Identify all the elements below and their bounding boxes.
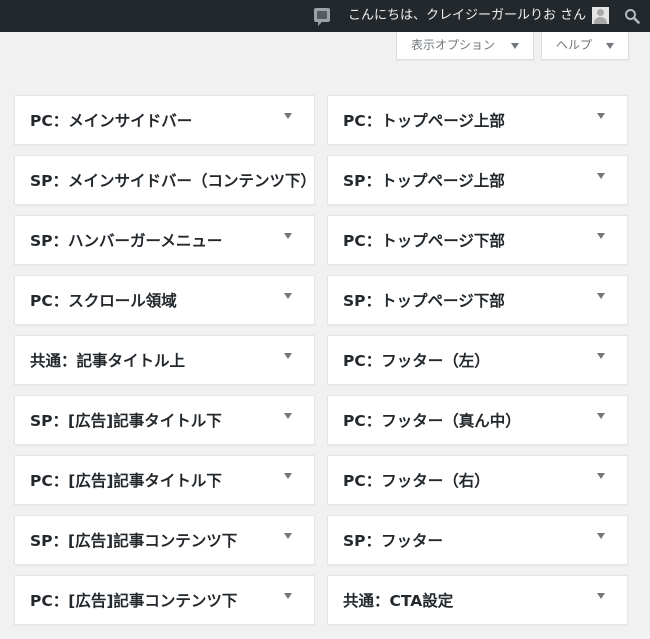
caret-down-icon[interactable] — [597, 173, 605, 179]
caret-down-icon[interactable] — [597, 353, 605, 359]
caret-down-icon[interactable] — [284, 413, 292, 419]
sidebar-widget-area[interactable]: PC：フッター（右） — [327, 455, 628, 505]
caret-down-icon[interactable] — [597, 233, 605, 239]
screen-options-label: 表示オプション — [411, 38, 496, 52]
caret-down-icon[interactable] — [284, 593, 292, 599]
user-greeting[interactable]: こんにちは、クレイジーガールりお さん — [348, 7, 586, 25]
sidebar-title: SP：トップページ下部 — [343, 292, 505, 310]
sidebar-title: PC：[広告]記事タイトル下 — [30, 472, 222, 490]
sidebar-title: 共通：記事タイトル上 — [30, 352, 186, 370]
avatar[interactable] — [592, 7, 609, 24]
sidebar-widget-area[interactable]: SP：トップページ上部 — [327, 155, 628, 205]
help-button[interactable]: ヘルプ — [541, 32, 629, 60]
sidebar-title: PC：フッター（真ん中） — [343, 412, 521, 430]
sidebar-widget-area[interactable]: 共通：記事タイトル上 — [14, 335, 315, 385]
caret-down-icon[interactable] — [284, 233, 292, 239]
comment-icon[interactable] — [314, 8, 330, 26]
sidebar-title: PC：スクロール領域 — [30, 292, 177, 310]
caret-down-icon[interactable] — [597, 533, 605, 539]
caret-down-icon[interactable] — [597, 113, 605, 119]
sidebar-widget-area[interactable]: SP：[広告]記事コンテンツ下 — [14, 515, 315, 565]
caret-down-icon — [511, 43, 519, 49]
caret-down-icon[interactable] — [597, 293, 605, 299]
sidebar-title: SP：[広告]記事コンテンツ下 — [30, 532, 238, 550]
sidebar-title: PC：トップページ上部 — [343, 112, 505, 130]
caret-down-icon[interactable] — [597, 593, 605, 599]
sidebar-widget-area[interactable]: SP：[広告]記事タイトル下 — [14, 395, 315, 445]
sidebar-title: PC：フッター（右） — [343, 472, 490, 490]
caret-down-icon[interactable] — [597, 413, 605, 419]
caret-down-icon[interactable] — [284, 293, 292, 299]
sidebar-title: SP：トップページ上部 — [343, 172, 505, 190]
help-label: ヘルプ — [556, 38, 593, 52]
caret-down-icon[interactable] — [284, 353, 292, 359]
sidebar-widget-area[interactable]: PC：トップページ上部 — [327, 95, 628, 145]
sidebar-title: SP：メインサイドバー（コンテンツ下） — [30, 172, 308, 190]
caret-down-icon[interactable] — [284, 533, 292, 539]
sidebar-widget-area[interactable]: SP：トップページ下部 — [327, 275, 628, 325]
sidebar-widget-area[interactable]: PC：[広告]記事コンテンツ下 — [14, 575, 315, 625]
caret-down-icon[interactable] — [284, 113, 292, 119]
sidebar-title: SP：[広告]記事タイトル下 — [30, 412, 222, 430]
sidebar-widget-area[interactable]: PC：トップページ下部 — [327, 215, 628, 265]
sidebar-widget-area[interactable]: PC：スクロール領域 — [14, 275, 315, 325]
sidebar-widget-area[interactable]: SP：ハンバーガーメニュー — [14, 215, 315, 265]
sidebar-widget-area[interactable]: SP：フッター — [327, 515, 628, 565]
sidebar-title: SP：フッター — [343, 532, 444, 550]
sidebar-title: 共通：CTA設定 — [343, 592, 454, 610]
screen-options-button[interactable]: 表示オプション — [396, 32, 534, 60]
sidebar-title: SP：ハンバーガーメニュー — [30, 232, 223, 250]
sidebar-widget-area[interactable]: PC：メインサイドバー — [14, 95, 315, 145]
sidebar-widget-area[interactable]: PC：[広告]記事タイトル下 — [14, 455, 315, 505]
caret-down-icon[interactable] — [284, 473, 292, 479]
search-icon[interactable] — [624, 8, 640, 24]
admin-bar: こんにちは、クレイジーガールりお さん — [0, 0, 650, 32]
sidebar-title: PC：フッター（左） — [343, 352, 490, 370]
sidebar-title: PC：[広告]記事コンテンツ下 — [30, 592, 238, 610]
sidebar-title: PC：トップページ下部 — [343, 232, 505, 250]
sidebar-widget-area[interactable]: PC：フッター（左） — [327, 335, 628, 385]
sidebar-widget-area[interactable]: SP：メインサイドバー（コンテンツ下） — [14, 155, 315, 205]
sidebar-widget-area[interactable]: 共通：CTA設定 — [327, 575, 628, 625]
sidebar-widget-area[interactable]: PC：フッター（真ん中） — [327, 395, 628, 445]
caret-down-icon[interactable] — [597, 473, 605, 479]
sidebar-title: PC：メインサイドバー — [30, 112, 193, 130]
caret-down-icon — [606, 43, 614, 49]
